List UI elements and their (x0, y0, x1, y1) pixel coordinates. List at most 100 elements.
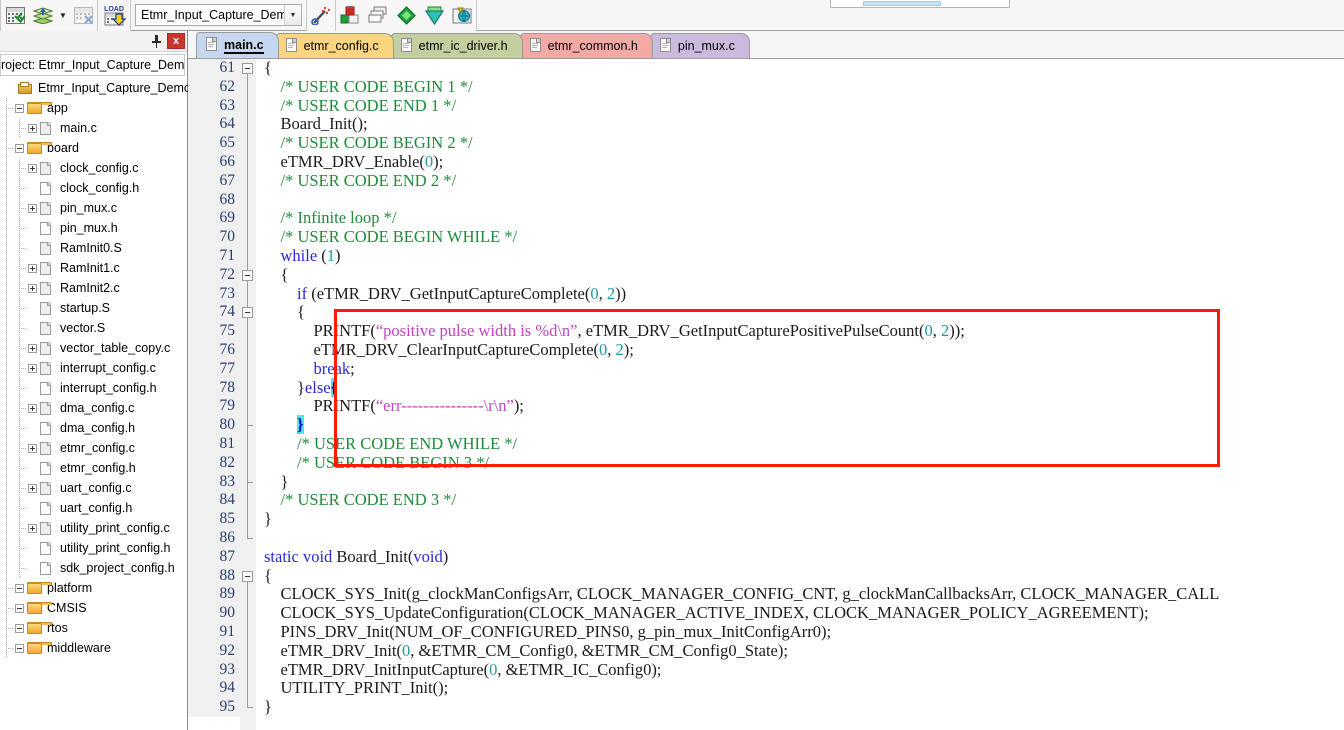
tree-item[interactable]: RamInit0.S (0, 238, 187, 258)
tree-expander[interactable] (26, 262, 39, 275)
tree-expander[interactable] (26, 482, 39, 495)
tree-connector (0, 98, 13, 118)
tree-item[interactable]: dma_config.c (0, 398, 187, 418)
code-token: CLOCK_SYS_UpdateConfiguration(CLOCK_MANA… (264, 603, 1149, 623)
code-view[interactable]: 61{62 /* USER CODE BEGIN 1 */63 /* USER … (188, 59, 1344, 730)
new-project-icon[interactable] (2, 2, 28, 28)
tree-expander[interactable] (13, 102, 26, 115)
editor-tab-pin-mux-c[interactable]: pin_mux.c (649, 33, 750, 58)
fold-toggle-icon[interactable] (242, 307, 253, 319)
tree-expander[interactable] (13, 642, 26, 655)
code-line: 63 /* USER CODE END 1 */ (188, 96, 1344, 116)
line-number: 93 (188, 660, 240, 680)
tree-item[interactable]: dma_config.h (0, 418, 187, 438)
tree-item[interactable]: middleware (0, 638, 187, 658)
tree-expander[interactable] (26, 442, 39, 455)
tree-item[interactable]: vector_table_copy.c (0, 338, 187, 358)
tree-item-label: RamInit2.c (60, 281, 120, 295)
tree-item[interactable]: RamInit2.c (0, 278, 187, 298)
code-line: 64 Board_Init(); (188, 114, 1344, 135)
editor-tab-main-c[interactable]: main.c (196, 32, 279, 58)
teal-diamond-icon[interactable] (421, 2, 447, 28)
tree-expander[interactable] (26, 202, 39, 215)
tree-item[interactable]: interrupt_config.h (0, 378, 187, 398)
project-selector[interactable]: Etmr_Input_Capture_Dem ▼ (135, 4, 302, 26)
tree-connector (0, 138, 13, 158)
tree-expander-placeholder (26, 222, 39, 235)
tree-item[interactable]: utility_print_config.h (0, 538, 187, 558)
fold-toggle-icon[interactable] (242, 269, 253, 281)
close-icon[interactable]: x (167, 33, 185, 49)
line-number: 63 (188, 96, 240, 116)
tree-expander[interactable] (13, 602, 26, 615)
source-file-icon (40, 261, 57, 275)
tree-expander[interactable] (26, 162, 39, 175)
fold-toggle-icon[interactable] (242, 570, 253, 582)
tree-item[interactable]: pin_mux.h (0, 218, 187, 238)
tree-expander[interactable] (13, 622, 26, 635)
tree-item[interactable]: etmr_config.h (0, 458, 187, 478)
tree-item[interactable]: clock_config.c (0, 158, 187, 178)
wand-icon[interactable] (308, 2, 334, 28)
tree-item[interactable]: main.c (0, 118, 187, 138)
tree-item[interactable]: rtos (0, 618, 187, 638)
tree-item[interactable]: app (0, 98, 187, 118)
editor-tab-etmr-ic-driver-h[interactable]: etmr_ic_driver.h (390, 33, 523, 58)
tree-item-label: RamInit1.c (60, 261, 120, 275)
tree-item[interactable]: clock_config.h (0, 178, 187, 198)
clear-project-icon[interactable] (70, 2, 96, 28)
code-line: 92 eTMR_DRV_Init(0, &ETMR_CM_Config0, &E… (188, 640, 1344, 661)
tree-item[interactable]: vector.S (0, 318, 187, 338)
tree-item[interactable]: interrupt_config.c (0, 358, 187, 378)
tree-expander[interactable] (26, 362, 39, 375)
panel-header: x (0, 31, 187, 52)
tree-item[interactable]: uart_config.c (0, 478, 187, 498)
tree-item[interactable]: startup.S (0, 298, 187, 318)
tree-item[interactable]: Etmr_Input_Capture_Demo (0, 78, 191, 98)
editor-tab-etmr-config-c[interactable]: etmr_config.c (275, 33, 394, 58)
tree-item[interactable]: platform (0, 578, 187, 598)
load-project-icon[interactable]: LOAD (99, 2, 129, 28)
line-number: 64 (188, 115, 240, 135)
tree-item[interactable]: board (0, 138, 187, 158)
tree-expander[interactable] (13, 142, 26, 155)
tree-expander[interactable] (26, 522, 39, 535)
tree-item[interactable]: sdk_project_config.h (0, 558, 187, 578)
tree-connector (0, 558, 13, 578)
tree-expander[interactable] (26, 402, 39, 415)
tree-connector (13, 358, 26, 378)
tree-item[interactable]: CMSIS (0, 598, 187, 618)
open-layers-icon[interactable] (30, 2, 56, 28)
tree-item[interactable]: etmr_config.c (0, 438, 187, 458)
code-text: static void Board_Init(void) (256, 547, 1344, 567)
tree-item[interactable]: utility_print_config.c (0, 518, 187, 538)
globe-diamond-icon[interactable] (449, 2, 475, 28)
green-diamond-icon[interactable] (393, 2, 419, 28)
code-token: , &ETMR_CM_Config0, &ETMR_CM_Config0_Sta… (410, 640, 788, 660)
dropdown-caret-icon[interactable]: ▼ (57, 3, 69, 27)
code-token: eTMR_DRV_ClearInputCaptureComplete( (264, 339, 600, 359)
source-file-icon (40, 441, 57, 455)
header-file-icon (40, 561, 57, 575)
code-token: 2 (941, 321, 950, 341)
tree-item[interactable]: pin_mux.c (0, 198, 187, 218)
tree-expander[interactable] (26, 342, 39, 355)
tree-item[interactable]: uart_config.h (0, 498, 187, 518)
tree-item[interactable]: RamInit1.c (0, 258, 187, 278)
code-text: /* USER CODE BEGIN WHILE */ (256, 227, 1344, 247)
tree-connector (13, 398, 26, 418)
tree-expander[interactable] (26, 122, 39, 135)
code-line: 66 eTMR_DRV_Enable(0); (188, 152, 1344, 172)
chevron-down-icon[interactable]: ▼ (284, 5, 301, 25)
components-icon[interactable] (337, 2, 363, 28)
fold-toggle-icon[interactable] (242, 63, 253, 74)
tree-connector (13, 338, 26, 358)
editor-tab-etmr-common-h[interactable]: etmr_common.h (519, 33, 653, 58)
pin-icon[interactable] (147, 33, 165, 50)
code-text: /* USER CODE END 1 */ (256, 96, 1344, 116)
tree-expander[interactable] (26, 282, 39, 295)
copy-layers-icon[interactable] (365, 2, 391, 28)
tree-expander[interactable] (13, 582, 26, 595)
